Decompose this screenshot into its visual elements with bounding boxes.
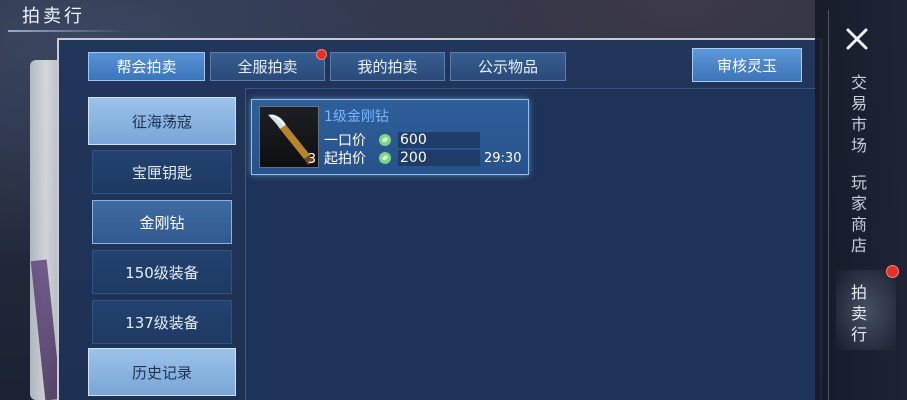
nav-trade-market[interactable]: 交易市场 <box>848 72 870 156</box>
time-left: 29:30 <box>484 150 522 166</box>
tab-label: 全服拍卖 <box>237 58 298 76</box>
tab-public-items[interactable]: 公示物品 <box>450 52 566 81</box>
right-nav-divider <box>828 10 829 400</box>
category-item-lv150-gear[interactable]: 150级装备 <box>92 250 232 294</box>
category-item-history[interactable]: 历史记录 <box>88 348 236 396</box>
category-item-diamond-drill[interactable]: 金刚钻 <box>92 200 232 244</box>
tab-guild-auction[interactable]: 帮会拍卖 <box>88 52 205 81</box>
item-name: 1级金刚钻 <box>324 109 389 125</box>
start-price-row: 起拍价 200 29:30 <box>324 149 524 167</box>
nav-player-shop[interactable]: 玩家商店 <box>848 172 870 256</box>
title-underline <box>8 30 128 32</box>
start-price: 200 <box>398 150 480 166</box>
close-icon[interactable] <box>838 20 876 58</box>
category-item-treasure-keys[interactable]: 宝匣钥匙 <box>92 150 232 194</box>
window-title: 拍卖行 <box>22 6 85 27</box>
jade-coin-icon <box>379 152 391 164</box>
diamond-drill-icon: 3 <box>259 106 319 168</box>
category-item-lv137-gear[interactable]: 137级装备 <box>92 300 232 344</box>
tab-server-auction[interactable]: 全服拍卖 <box>210 49 327 81</box>
notification-badge <box>886 265 899 278</box>
buyout-price: 600 <box>398 132 480 148</box>
tab-label: 公示物品 <box>477 58 538 76</box>
tab-label: 帮会拍卖 <box>116 58 177 76</box>
item-quantity: 3 <box>307 152 316 167</box>
nav-auction-house[interactable]: 拍卖行 <box>848 282 870 345</box>
tab-bar: 帮会拍卖 全服拍卖 我的拍卖 公示物品 <box>88 49 566 81</box>
category-item-zhenghai[interactable]: 征海荡寇 <box>88 97 236 145</box>
buyout-label: 一口价 <box>324 133 366 149</box>
start-price-label: 起拍价 <box>324 151 366 167</box>
notification-badge <box>316 49 327 60</box>
buyout-row: 一口价 600 <box>324 131 524 149</box>
auction-item-card[interactable]: 3 1级金刚钻 一口价 600 起拍价 200 29:30 <box>251 99 529 175</box>
review-jade-button[interactable]: 审核灵玉 <box>692 48 802 82</box>
tab-my-auction[interactable]: 我的拍卖 <box>330 52 445 81</box>
jade-coin-icon <box>379 134 391 146</box>
tab-label: 我的拍卖 <box>357 58 418 76</box>
